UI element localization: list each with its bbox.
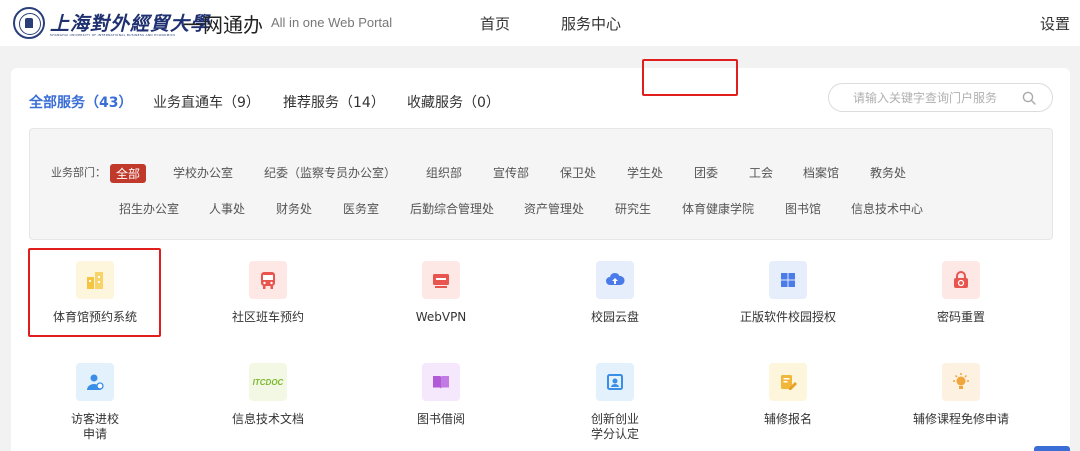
dept-filter-president-office[interactable]: 学校办公室	[173, 164, 233, 181]
service-label: 社区班车预约	[231, 310, 304, 324]
service-label: 正版软件校园授权	[739, 310, 836, 324]
lock-reset-icon	[942, 261, 980, 299]
visitor-icon	[76, 363, 114, 401]
dept-filter-finance[interactable]: 财务处	[276, 200, 312, 217]
dept-filter-assets[interactable]: 资产管理处	[524, 200, 584, 217]
service-label-line: 访客进校	[70, 412, 119, 426]
dept-filter-it-center[interactable]: 信息技术中心	[851, 200, 923, 217]
search-box	[828, 83, 1053, 112]
service-label-line: 申请	[82, 427, 107, 441]
service-label: 校园云盘	[590, 310, 639, 324]
service-label: 辅修课程免修申请	[912, 412, 1009, 426]
tab-all-services[interactable]: 全部服务（43）	[29, 92, 132, 112]
nav-settings[interactable]: 设置	[1040, 13, 1070, 34]
dept-filter-organization[interactable]: 组织部	[426, 164, 462, 181]
department-filter-panel: 业务部门： 全部 学校办公室 纪委（监察专员办公室） 组织部 宣传部 保卫处 学…	[29, 128, 1053, 240]
service-label-line: 学分认定	[590, 427, 639, 441]
dept-filter-union[interactable]: 工会	[749, 164, 773, 181]
dept-filter-discipline-commission[interactable]: 纪委（监察专员办公室）	[264, 164, 396, 181]
search-icon[interactable]	[1022, 91, 1036, 105]
university-english-name: SHANGHAI UNIVERSITY OF INTERNATIONAL BUS…	[50, 33, 176, 37]
dept-filter-security[interactable]: 保卫处	[560, 164, 596, 181]
dept-filter-publicity[interactable]: 宣传部	[493, 164, 529, 181]
tab-favorite-services[interactable]: 收藏服务（0）	[407, 92, 500, 112]
department-filter-label: 业务部门：	[51, 166, 106, 179]
dept-filter-graduate[interactable]: 研究生	[615, 200, 651, 217]
dept-filter-sports-health[interactable]: 体育健康学院	[682, 200, 754, 217]
services-card: 全部服务（43） 业务直通车（9） 推荐服务（14） 收藏服务（0） 业务部门：…	[11, 68, 1070, 451]
nav-home[interactable]: 首页	[480, 13, 510, 34]
service-label: 图书借阅	[416, 412, 465, 426]
dept-filter-logistics[interactable]: 后勤综合管理处	[410, 200, 494, 217]
bus-icon	[249, 261, 287, 299]
service-label: 信息技术文档	[231, 412, 304, 426]
service-label-line: 创新创业	[590, 412, 639, 426]
dept-filter-personnel[interactable]: 人事处	[209, 200, 245, 217]
department-highlight-box	[642, 59, 738, 96]
cloud-upload-icon	[596, 261, 634, 299]
dept-filter-youth-league[interactable]: 团委	[694, 164, 718, 181]
windows-icon	[769, 261, 807, 299]
floating-tab[interactable]	[1034, 446, 1070, 451]
tab-business-express[interactable]: 业务直通车（9）	[153, 92, 260, 112]
dept-filter-admissions[interactable]: 招生办公室	[119, 200, 179, 217]
itcdoc-icon: ITCDOC	[249, 363, 287, 401]
edit-form-icon	[769, 363, 807, 401]
book-icon	[422, 363, 460, 401]
service-label: 创新创业 学分认定	[545, 412, 685, 442]
dept-filter-archives[interactable]: 档案馆	[803, 164, 839, 181]
dept-filter-all[interactable]: 全部	[110, 164, 147, 183]
dept-filter-clinic[interactable]: 医务室	[343, 200, 379, 217]
dept-filter-student-affairs[interactable]: 学生处	[627, 164, 663, 181]
tab-recommended-services[interactable]: 推荐服务（14）	[283, 92, 385, 112]
vpn-icon	[422, 261, 460, 299]
top-bar: 上海對外經貿大學 SHANGHAI UNIVERSITY OF INTERNAT…	[0, 0, 1080, 46]
dept-filter-library[interactable]: 图书馆	[785, 200, 821, 217]
service-highlight-box	[28, 248, 161, 337]
nav-service-center[interactable]: 服务中心	[561, 13, 621, 34]
itcdoc-icon-text: ITCDOC	[252, 377, 284, 387]
lightbulb-icon	[942, 363, 980, 401]
search-input[interactable]	[853, 89, 1013, 107]
service-label: 辅修报名	[763, 412, 812, 426]
service-label: 密码重置	[936, 310, 985, 324]
certificate-icon	[596, 363, 634, 401]
portal-subtitle: All in one Web Portal	[271, 15, 393, 30]
dept-filter-academic-affairs[interactable]: 教务处	[870, 164, 906, 181]
portal-title: 一网通办	[183, 13, 263, 37]
service-label: WebVPN	[415, 310, 467, 324]
university-seal-logo[interactable]	[13, 7, 45, 39]
service-label: 访客进校 申请	[25, 412, 165, 442]
